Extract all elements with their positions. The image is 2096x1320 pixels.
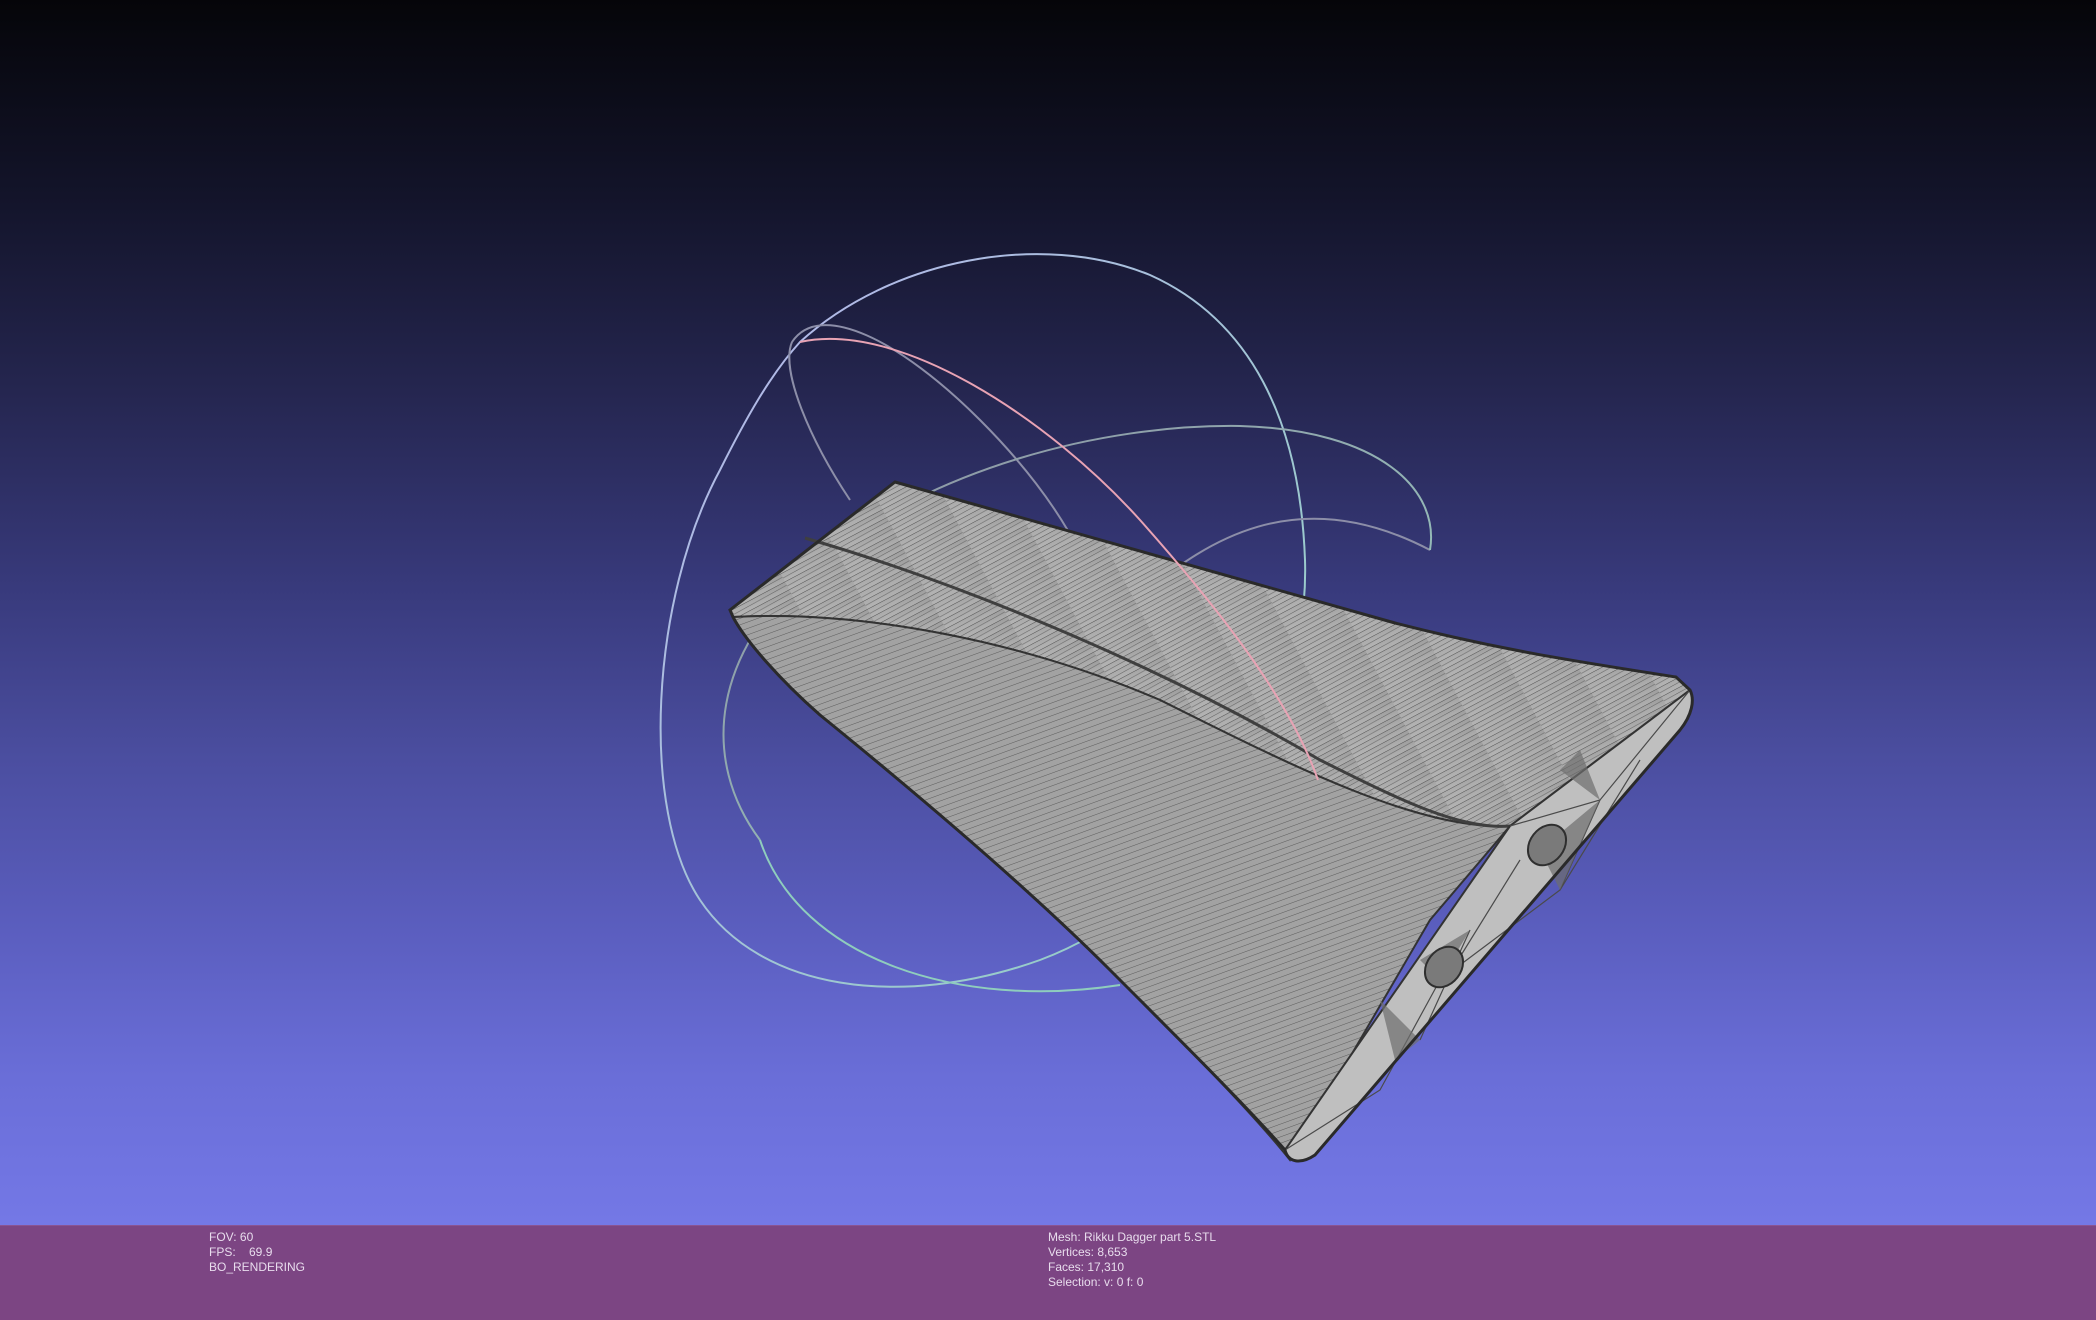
3d-viewport[interactable] bbox=[0, 0, 2096, 1225]
faces-readout: Faces: 17,310 bbox=[1048, 1260, 1125, 1274]
fps-readout: FPS: 69.9 bbox=[209, 1245, 273, 1259]
render-info: FOV: 60 FPS: 69.9 BO_RENDERING bbox=[209, 1230, 305, 1275]
selection-readout: Selection: v: 0 f: 0 bbox=[1048, 1275, 1144, 1289]
mesh-info: Mesh: Rikku Dagger part 5.STL Vertices: … bbox=[1048, 1230, 1216, 1290]
status-bar: FOV: 60 FPS: 69.9 BO_RENDERING Mesh: Rik… bbox=[0, 1225, 2096, 1320]
scene-canvas bbox=[659, 253, 1694, 1163]
mesh-name-readout: Mesh: Rikku Dagger part 5.STL bbox=[1048, 1230, 1217, 1244]
vertices-readout: Vertices: 8,653 bbox=[1048, 1245, 1128, 1259]
fov-readout: FOV: 60 bbox=[209, 1230, 254, 1244]
render-mode-readout: BO_RENDERING bbox=[209, 1260, 306, 1274]
meshlab-window: FOV: 60 FPS: 69.9 BO_RENDERING Mesh: Rik… bbox=[0, 0, 2096, 1320]
mesh-model[interactable] bbox=[728, 480, 1694, 1163]
